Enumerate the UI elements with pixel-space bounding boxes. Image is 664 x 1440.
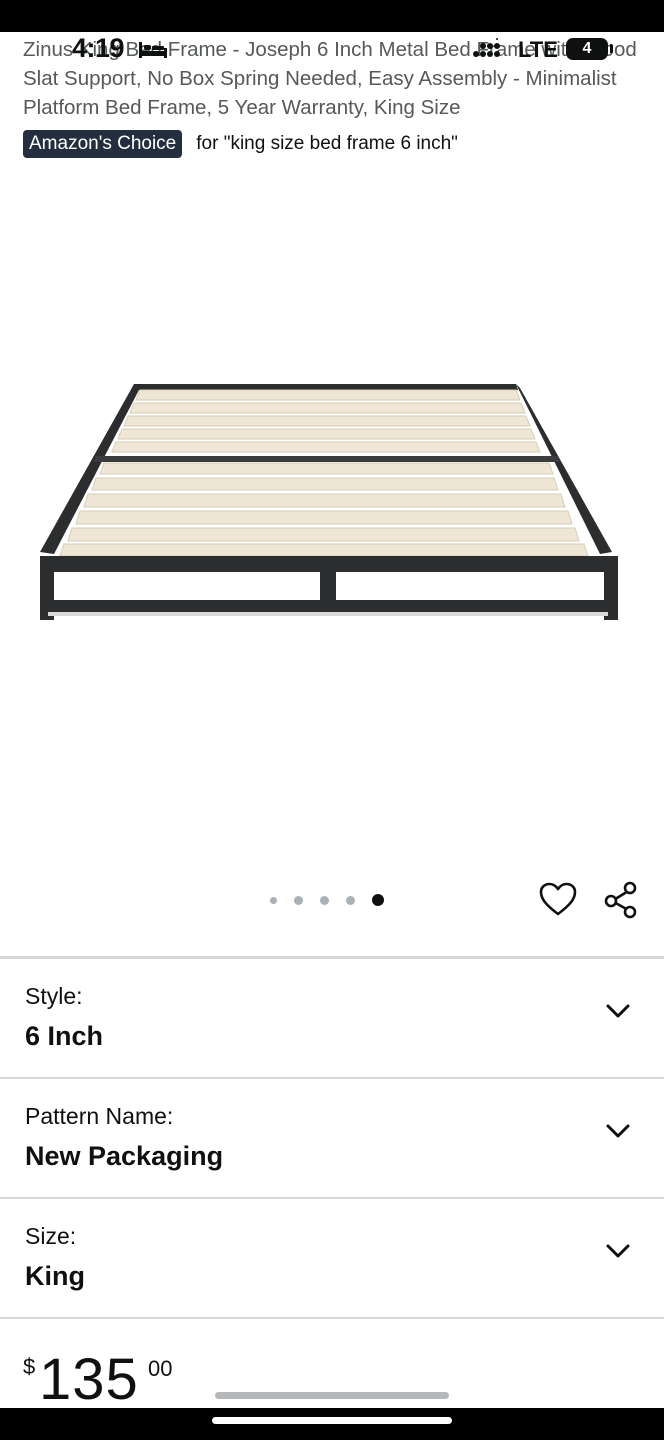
size-label: Size: (25, 1223, 77, 1249)
style-option-row[interactable]: Style: 6 Inch (0, 959, 664, 1079)
scroll-indicator (215, 1392, 449, 1399)
pattern-option-row[interactable]: Pattern Name: New Packaging (0, 1079, 664, 1199)
home-indicator[interactable] (212, 1417, 452, 1424)
chevron-down-icon (606, 1004, 630, 1018)
carousel-dot-active[interactable] (372, 894, 384, 906)
status-time: 4:19 (72, 33, 125, 63)
style-label: Style: (25, 983, 83, 1009)
share-icon (604, 881, 637, 919)
chevron-down-icon (606, 1244, 630, 1258)
battery-icon: 4 (566, 38, 608, 60)
carousel-dot[interactable] (346, 895, 355, 905)
pattern-label: Pattern Name: (25, 1103, 174, 1129)
amazons-choice-row: Amazon's Choice for "king size bed frame… (23, 129, 458, 159)
price-whole: 135 (39, 1347, 139, 1412)
carousel-dot[interactable] (294, 895, 303, 905)
heart-icon (539, 882, 577, 916)
signal-icon (472, 38, 500, 65)
bed-icon (138, 38, 168, 65)
wood-slats (59, 389, 589, 557)
battery-tip (610, 44, 613, 53)
status-bar (0, 0, 664, 32)
image-carousel-dots[interactable] (270, 890, 384, 910)
network-label: LTE (518, 37, 558, 62)
amazons-choice-query: for "king size bed frame 6 inch" (196, 133, 458, 154)
carousel-dot[interactable] (270, 896, 277, 904)
price-fraction: 00 (148, 1356, 173, 1381)
style-value: 6 Inch (25, 1021, 104, 1051)
product-image[interactable] (0, 160, 664, 870)
bottom-bar (0, 1408, 664, 1440)
amazons-choice-badge[interactable]: Amazon's Choice (23, 130, 183, 158)
price-symbol: $ (23, 1354, 36, 1379)
carousel-dot[interactable] (320, 895, 329, 905)
size-value: King (25, 1261, 85, 1291)
share-button[interactable] (602, 880, 642, 920)
size-option-row[interactable]: Size: King (0, 1199, 664, 1319)
pattern-value: New Packaging (25, 1141, 224, 1171)
chevron-down-icon (606, 1124, 630, 1138)
wishlist-button[interactable] (538, 880, 578, 920)
